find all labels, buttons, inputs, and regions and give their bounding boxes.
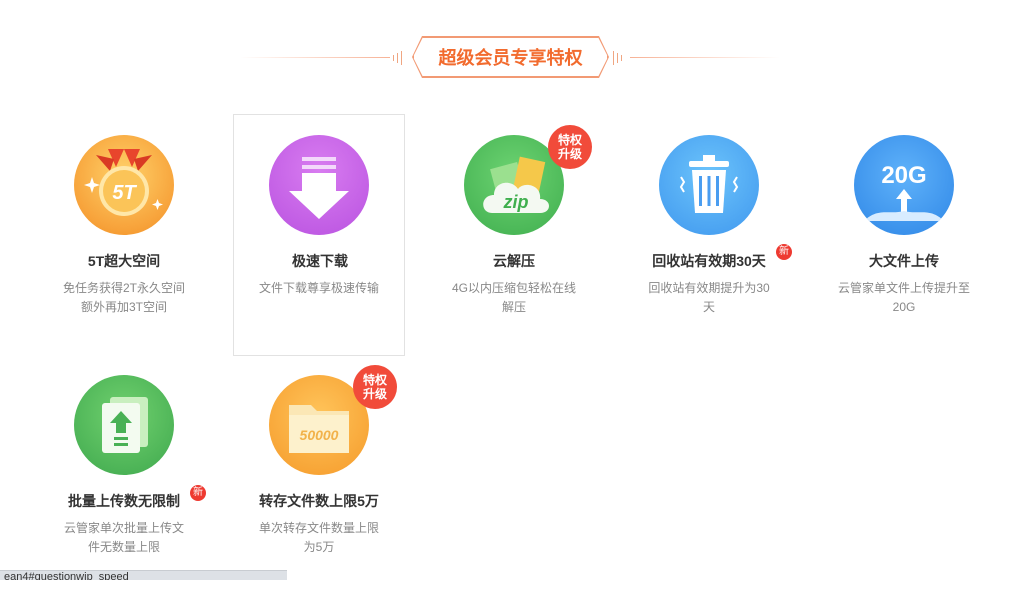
20g-icon-text: 20G bbox=[881, 162, 926, 189]
privilege-card-batch-upload[interactable]: 批量上传数无限制 新 云管家单次批量上传文件无数量上限 bbox=[38, 355, 210, 595]
card-description: 云管家单文件上传提升至20G bbox=[838, 281, 971, 314]
card-description: 单次转存文件数量上限为5万 bbox=[258, 521, 379, 554]
section-header: 超级会员专享特权 bbox=[0, 0, 1028, 100]
new-badge: 新 bbox=[776, 244, 792, 260]
browser-status-bar: ean4#questionwip_speed bbox=[0, 570, 287, 580]
card-title: 回收站有效期30天 bbox=[652, 253, 766, 269]
card-title: 5T超大空间 bbox=[87, 253, 161, 269]
card-description: 云管家单次批量上传文件无数量上限 bbox=[63, 521, 184, 554]
card-description: 4G以内压缩包轻松在线解压 bbox=[451, 281, 576, 314]
50000-icon-text: 50000 bbox=[300, 427, 339, 443]
card-title: 云解压 bbox=[493, 253, 535, 269]
zip-icon-text: zip bbox=[503, 192, 529, 212]
card-description: 回收站有效期提升为30天 bbox=[648, 281, 770, 314]
privilege-card-transfer-limit[interactable]: 50000 特权 升级 转存文件数上限5万 单次转存文件数量上限为5万 bbox=[233, 355, 405, 595]
header-divider-right bbox=[630, 57, 780, 58]
header-ornament-right bbox=[613, 49, 625, 65]
card-title: 大文件上传 bbox=[869, 253, 939, 269]
card-title: 转存文件数上限5万 bbox=[259, 493, 379, 509]
batch-upload-icon bbox=[74, 375, 174, 475]
5t-storage-icon: 5T bbox=[74, 135, 174, 235]
privilege-upgrade-badge: 特权 升级 bbox=[353, 365, 397, 409]
section-title: 超级会员专享特权 bbox=[413, 37, 608, 77]
privilege-upgrade-badge: 特权 升级 bbox=[548, 125, 592, 169]
card-title: 批量上传数无限制 bbox=[68, 493, 180, 509]
card-description: 文件下载尊享极速传输 bbox=[258, 281, 379, 295]
privilege-card-cloud-unzip[interactable]: zip 特权 升级 云解压 4G以内压缩包轻松在线解压 bbox=[428, 115, 600, 355]
privilege-card-fast-download[interactable]: 极速下载 文件下载尊享极速传输 bbox=[233, 114, 405, 356]
header-divider-left bbox=[240, 57, 390, 58]
privilege-card-5t-storage[interactable]: 5T 5T超大空间 免任务获得2T永久空间额外再加3T空间 bbox=[38, 115, 210, 355]
privilege-card-large-file-upload[interactable]: 20G 大文件上传 云管家单文件上传提升至20G bbox=[818, 115, 990, 355]
5t-icon-text: 5T bbox=[112, 182, 137, 204]
recycle-bin-icon bbox=[659, 135, 759, 235]
card-title: 极速下载 bbox=[292, 253, 348, 269]
header-ornament-left bbox=[393, 49, 405, 65]
privilege-card-recycle-bin[interactable]: 回收站有效期30天 新 回收站有效期提升为30天 bbox=[623, 115, 795, 355]
fast-download-icon bbox=[269, 135, 369, 235]
large-file-upload-icon: 20G bbox=[854, 135, 954, 235]
card-description: 免任务获得2T永久空间额外再加3T空间 bbox=[62, 281, 185, 314]
new-badge: 新 bbox=[190, 485, 206, 501]
